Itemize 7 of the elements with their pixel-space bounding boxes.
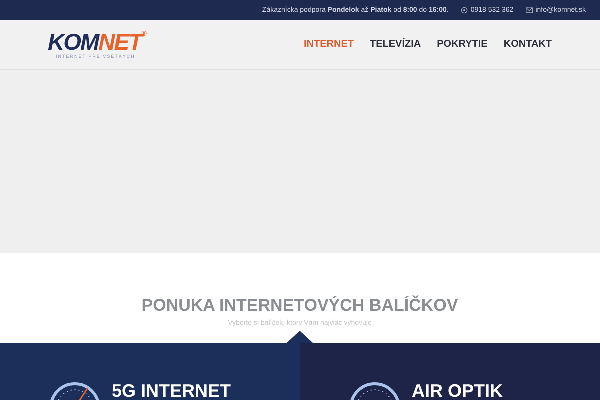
nav-link[interactable]: TELEVÍZIA bbox=[370, 39, 422, 50]
mail-icon bbox=[526, 6, 533, 14]
section-title: PONUKA INTERNETOVÝCH BALÍČKOV bbox=[140, 294, 460, 316]
package-title: 5G INTERNET bbox=[112, 382, 232, 400]
package-title: AIR OPTIK bbox=[412, 382, 504, 400]
nav-link[interactable]: POKRYTIE bbox=[437, 39, 488, 50]
nav-link[interactable]: KONTAKT bbox=[504, 39, 552, 50]
